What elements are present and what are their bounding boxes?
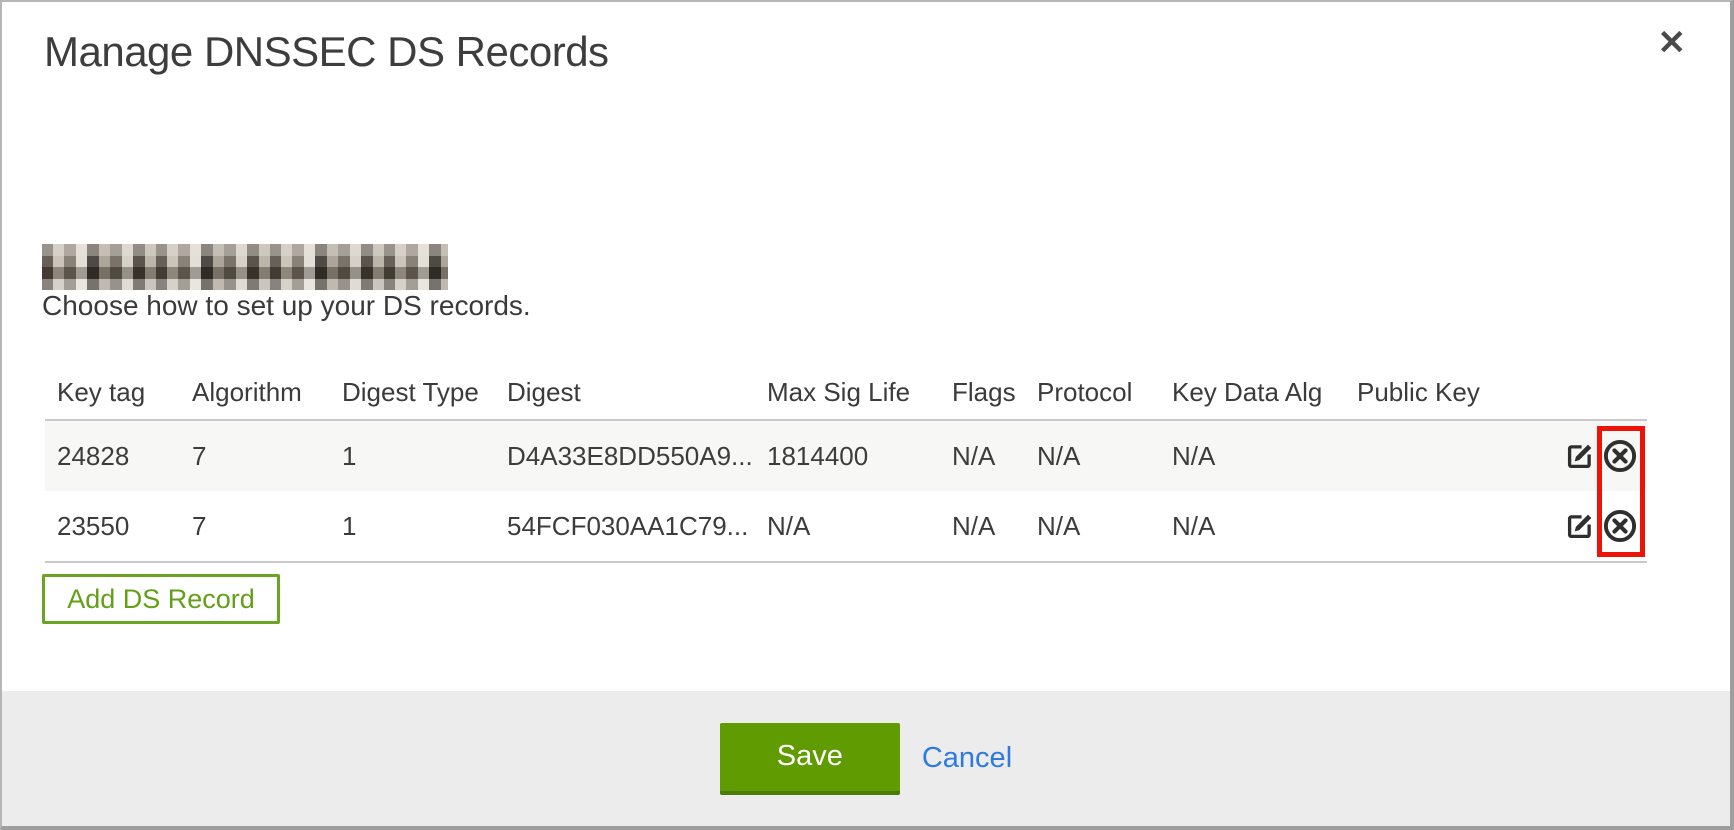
table-header-row: Key tag Algorithm Digest Type Digest Max… (45, 365, 1647, 420)
cell-algorithm: 7 (180, 491, 330, 562)
save-button[interactable]: Save (720, 723, 900, 795)
circle-x-icon (1602, 438, 1638, 474)
cell-max-sig-life: 1814400 (755, 420, 940, 491)
instruction-text: Choose how to set up your DS records. (42, 290, 531, 322)
cell-digest: D4A33E8DD550A9... (495, 420, 755, 491)
cell-flags: N/A (940, 420, 1025, 491)
delete-record-button[interactable] (1602, 438, 1638, 474)
cell-algorithm: 7 (180, 420, 330, 491)
edit-record-button[interactable] (1563, 510, 1596, 543)
circle-x-icon (1602, 508, 1638, 544)
column-header-digest-type: Digest Type (330, 365, 495, 420)
redacted-domain-name (42, 244, 448, 290)
cell-key-tag: 23550 (45, 491, 180, 562)
table-row: 24828 7 1 D4A33E8DD550A9... 1814400 N/A … (45, 420, 1647, 491)
cell-flags: N/A (940, 491, 1025, 562)
page-title: Manage DNSSEC DS Records (44, 28, 609, 76)
column-header-algorithm: Algorithm (180, 365, 330, 420)
edit-record-button[interactable] (1563, 440, 1596, 473)
cell-key-data-alg: N/A (1160, 420, 1345, 491)
delete-record-button[interactable] (1602, 508, 1638, 544)
cell-protocol: N/A (1025, 420, 1160, 491)
cell-digest-type: 1 (330, 420, 495, 491)
column-header-public-key: Public Key (1345, 365, 1550, 420)
cell-actions (1550, 420, 1647, 491)
edit-icon (1563, 510, 1596, 543)
cell-actions (1550, 491, 1647, 562)
cell-key-data-alg: N/A (1160, 491, 1345, 562)
cell-public-key (1345, 420, 1550, 491)
column-header-flags: Flags (940, 365, 1025, 420)
manage-dnssec-dialog: Manage DNSSEC DS Records ✕ Choose how to… (0, 0, 1734, 830)
column-header-max-sig-life: Max Sig Life (755, 365, 940, 420)
add-ds-record-button[interactable]: Add DS Record (42, 574, 280, 624)
column-header-key-tag: Key tag (45, 365, 180, 420)
cell-key-tag: 24828 (45, 420, 180, 491)
column-header-digest: Digest (495, 365, 755, 420)
column-header-key-data-alg: Key Data Alg (1160, 365, 1345, 420)
cell-public-key (1345, 491, 1550, 562)
cell-protocol: N/A (1025, 491, 1160, 562)
ds-records-table: Key tag Algorithm Digest Type Digest Max… (45, 365, 1647, 563)
cell-max-sig-life: N/A (755, 491, 940, 562)
cancel-link[interactable]: Cancel (922, 742, 1012, 775)
cell-digest: 54FCF030AA1C79... (495, 491, 755, 562)
dialog-footer: Save Cancel (2, 691, 1730, 826)
close-icon[interactable]: ✕ (1654, 22, 1691, 64)
edit-icon (1563, 440, 1596, 473)
cell-digest-type: 1 (330, 491, 495, 562)
table-row: 23550 7 1 54FCF030AA1C79... N/A N/A N/A … (45, 491, 1647, 562)
column-header-protocol: Protocol (1025, 365, 1160, 420)
column-header-actions (1550, 365, 1647, 420)
